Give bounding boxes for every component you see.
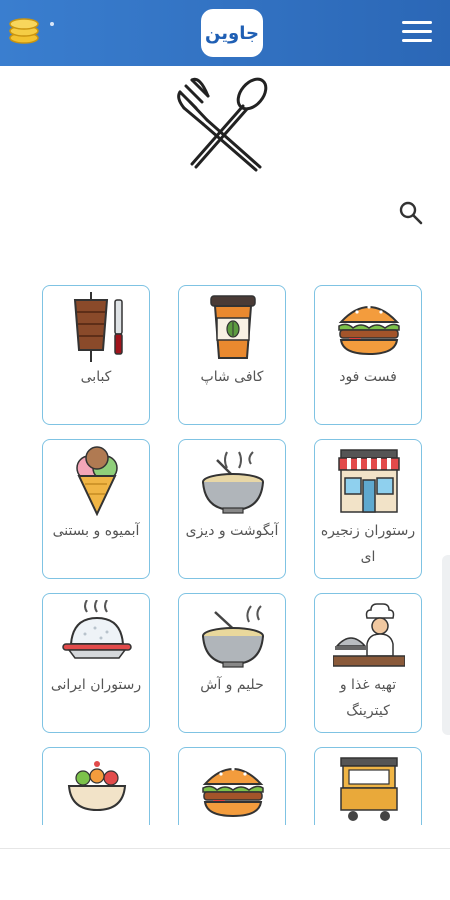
category-card-abgoosht[interactable]: آبگوشت و دیزی [178, 439, 286, 579]
category-card-food-cart[interactable] [314, 747, 422, 825]
logo-text: جاوین [205, 22, 260, 44]
stew-bowl-icon [202, 451, 264, 514]
category-card-chain-restaurant[interactable]: رستوران زنجیره ای [314, 439, 422, 579]
rice-dish-icon [62, 600, 132, 659]
hamburger-menu-icon[interactable] [402, 21, 432, 43]
category-card-iranian-restaurant[interactable]: رستوران ایرانی [42, 593, 150, 733]
search-icon[interactable] [398, 200, 424, 226]
category-label: تهیه غذا و کیترینگ [339, 677, 397, 719]
doner-kebab-icon [73, 292, 123, 362]
category-card-haleem-ash[interactable]: حلیم و آش [178, 593, 286, 733]
category-label: آبگوشت و دیزی [185, 523, 279, 539]
burger-icon [338, 305, 400, 356]
ice-cream-cone-icon [76, 446, 118, 516]
divider [0, 848, 450, 849]
coffee-cup-icon [210, 295, 256, 359]
category-card-burger-2[interactable] [178, 747, 286, 825]
category-card-juice-icecream[interactable]: آبمیوه و بستنی [42, 439, 150, 579]
salad-bowl-icon [67, 761, 127, 812]
category-label: کافی شاپ [200, 369, 264, 385]
scroll-handle[interactable] [442, 555, 450, 735]
chef-catering-icon [333, 603, 405, 667]
category-label: فست فود [339, 369, 397, 385]
status-dot [50, 22, 54, 26]
burger-icon [202, 767, 264, 818]
category-card-coffee-shop[interactable]: کافی شاپ [178, 285, 286, 425]
food-cart-icon [340, 757, 398, 821]
top-app-bar: جاوین [0, 0, 450, 66]
app-logo[interactable]: جاوین [201, 9, 263, 57]
coins-icon[interactable] [6, 12, 42, 46]
category-label: رستوران زنجیره ای [320, 523, 416, 565]
category-label: حلیم و آش [200, 677, 264, 693]
soup-bowl-icon [202, 605, 264, 668]
category-card-fast-food[interactable]: فست فود [314, 285, 422, 425]
category-card-kebab[interactable]: کبابی [42, 285, 150, 425]
fork-spoon-icon [177, 77, 268, 172]
category-card-salad[interactable] [42, 747, 150, 825]
category-label: آبمیوه و بستنی [52, 523, 140, 539]
category-grid: فست فود کافی شاپ کبابی رستوران زنجیره ای… [0, 285, 450, 825]
category-card-catering[interactable]: تهیه غذا و کیترینگ [314, 593, 422, 733]
category-label: کبابی [80, 369, 112, 385]
category-label: رستوران ایرانی [50, 677, 142, 693]
storefront-icon [338, 449, 400, 513]
